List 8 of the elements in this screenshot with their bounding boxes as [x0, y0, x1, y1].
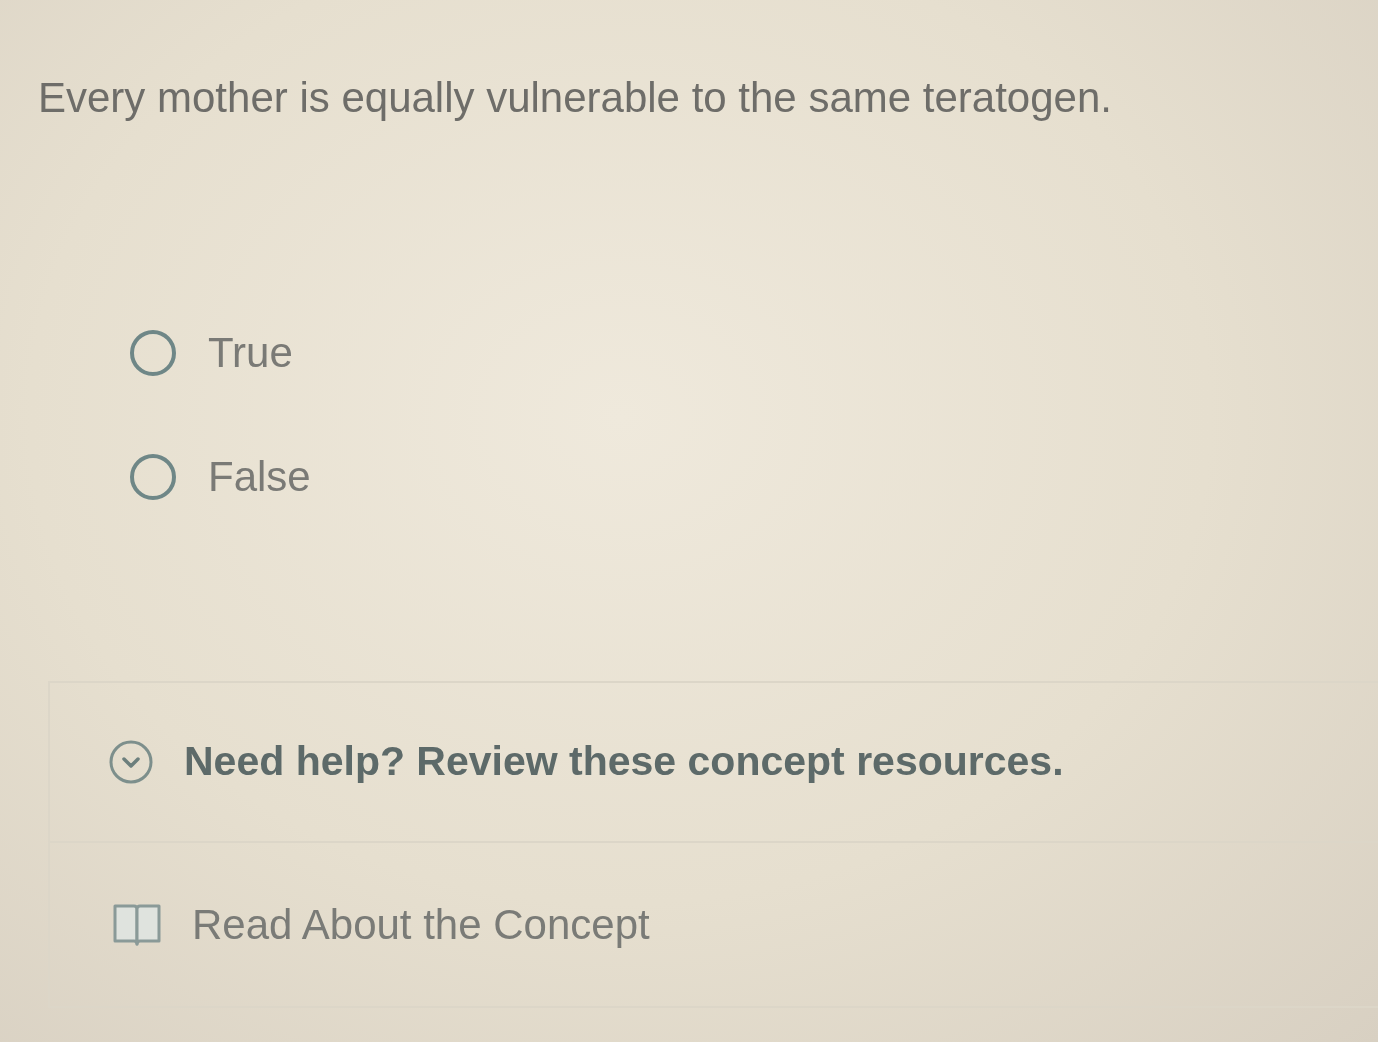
- option-label: False: [208, 455, 311, 498]
- option-label: True: [208, 331, 293, 374]
- resource-link[interactable]: Read About the Concept: [50, 842, 1378, 1008]
- radio-button[interactable]: [130, 453, 176, 500]
- radio-button[interactable]: [130, 329, 176, 376]
- question-text: Every mother is equally vulnerable to the same teratogen.: [38, 73, 1113, 123]
- help-toggle[interactable]: Need help? Review these concept resources.: [50, 682, 1378, 843]
- book-icon: [112, 902, 162, 946]
